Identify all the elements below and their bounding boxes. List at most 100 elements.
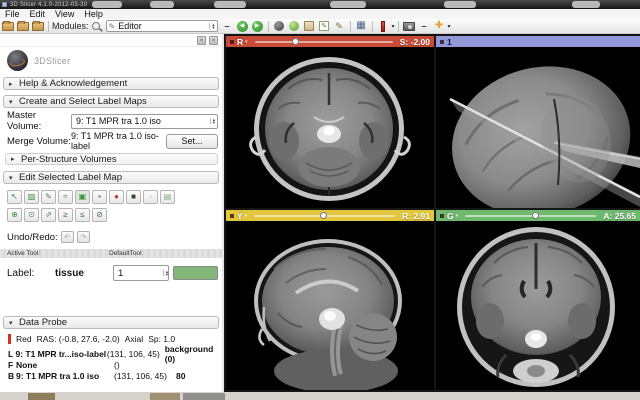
module-selector-combobox[interactable]: ✎ Editor ▴▾ <box>106 20 218 32</box>
extensions-button[interactable]: ✚ <box>433 21 446 32</box>
load-data-button[interactable] <box>1 21 14 32</box>
module-forward-button[interactable]: ▶ <box>251 21 264 32</box>
data-module-button[interactable] <box>288 21 301 32</box>
identify-islands-button[interactable]: ▪ <box>92 190 107 204</box>
threeD-render-image[interactable] <box>436 47 640 208</box>
app-icon <box>2 2 7 7</box>
change-label-button[interactable]: ⊘ <box>92 208 107 222</box>
yellow-slice-controller-bar[interactable]: Y ▾ R: 2.91 <box>226 210 434 221</box>
rectangle-effect-button[interactable]: ▣ <box>75 190 90 204</box>
default-tool-button[interactable]: ↖ <box>7 190 22 204</box>
slider-handle[interactable] <box>292 38 299 45</box>
threeD-viewport[interactable]: 1 <box>436 36 640 208</box>
red-slice-controller-bar[interactable]: R ▾ S: -2.00 <box>226 36 434 47</box>
modules-label: Modules: <box>52 21 89 31</box>
annotation-button[interactable]: ✎ <box>333 21 346 32</box>
label-color-swatch[interactable] <box>173 266 218 280</box>
slicer-application-window: 3D Slicer 4.1.0-2012-03-30 File Edit Vie… <box>0 0 640 400</box>
view-menu-caret-icon[interactable]: ▾ <box>245 39 248 45</box>
view-menu-caret-icon[interactable]: ▾ <box>456 213 459 219</box>
undo-button[interactable]: ↶ <box>61 231 74 243</box>
slider-handle[interactable] <box>532 212 539 219</box>
create-select-labelmaps-section-header[interactable]: ▾ Create and Select Label Maps <box>3 95 219 108</box>
spinbox-arrows-icon[interactable]: ▴▾ <box>163 270 168 276</box>
axial-slice-image[interactable] <box>226 47 434 208</box>
crosshair-button[interactable] <box>377 21 390 32</box>
coronal-slice-image[interactable] <box>436 221 640 390</box>
volumes-module-button[interactable] <box>303 21 316 32</box>
menu-file[interactable]: File <box>0 9 25 19</box>
collapsed-arrow-icon: ▸ <box>9 80 15 88</box>
red-view-label: R <box>237 37 243 47</box>
threshold-below-button[interactable]: ≤ <box>75 208 90 222</box>
merge-volume-value: 9: T1 MPR tra 1.0 iso-label <box>71 131 166 151</box>
home-module-button[interactable] <box>273 21 286 32</box>
per-structure-volumes-section-header[interactable]: ▸ Per-Structure Volumes <box>5 153 218 165</box>
active-tool-strip: Active Tool: DefaultTool <box>0 249 222 258</box>
slicer-logo-text: 3DSlicer <box>34 56 70 66</box>
pushpin-icon[interactable] <box>440 214 444 218</box>
undock-panel-icon[interactable]: × <box>209 36 218 45</box>
window-titlebar[interactable]: 3D Slicer 4.1.0-2012-03-30 <box>0 0 640 9</box>
green-slice-viewport[interactable]: G ▾ A: 25.65 <box>436 210 640 390</box>
change-island-button[interactable]: ● <box>109 190 124 204</box>
data-probe-section-header[interactable]: ▾ Data Probe <box>3 316 219 329</box>
level-tracing-effect-button[interactable]: ≈ <box>58 190 73 204</box>
dicom-icon <box>17 22 29 31</box>
view-menu-caret-icon[interactable]: ▾ <box>245 213 248 219</box>
green-slice-offset-slider[interactable] <box>465 215 596 217</box>
master-volume-label: Master Volume: <box>7 110 71 132</box>
edit-labelmap-section-header[interactable]: ▾ Edit Selected Label Map <box>3 171 219 184</box>
red-slice-viewport[interactable]: R ▾ S: -2.00 <box>226 36 434 208</box>
module-search-button[interactable] <box>90 21 103 32</box>
load-dicom-button[interactable] <box>16 21 29 32</box>
pushpin-icon[interactable] <box>230 214 234 218</box>
erode-effect-button[interactable]: ⊕ <box>7 208 22 222</box>
combobox-spinner-icon[interactable]: ▴▾ <box>209 23 214 29</box>
sagittal-slice-image[interactable] <box>226 221 434 390</box>
home-module-icon <box>274 21 284 31</box>
master-volume-combobox[interactable]: 9: T1 MPR tra 1.0 iso ▴▾ <box>71 114 218 129</box>
titlebar-decoration <box>572 1 600 8</box>
dilate-effect-button[interactable]: ⊙ <box>24 208 39 222</box>
yellow-view-label: Y <box>237 211 243 221</box>
grow-cut-effect-button[interactable]: ▤ <box>160 190 175 204</box>
pushpin-icon[interactable] <box>440 40 444 44</box>
remove-islands-button[interactable]: ■ <box>126 190 141 204</box>
pushpin-icon[interactable] <box>230 40 234 44</box>
extensions-menu-caret-icon[interactable]: ▾ <box>448 23 451 30</box>
screenshot-button[interactable] <box>403 21 416 32</box>
threshold-above-button[interactable]: ≥ <box>58 208 73 222</box>
undo-redo-row: Undo/Redo: ↶ ↷ <box>7 231 222 243</box>
yellow-slice-viewport[interactable]: Y ▾ R: 2.91 <box>226 210 434 390</box>
redo-button[interactable]: ↷ <box>77 231 90 243</box>
crosshair-menu-caret-icon[interactable]: ▾ <box>392 23 395 30</box>
menu-view[interactable]: View <box>50 9 79 19</box>
save-data-button[interactable] <box>31 21 44 32</box>
menu-help[interactable]: Help <box>79 9 108 19</box>
threeD-view-controller-bar[interactable]: 1 <box>436 36 640 47</box>
green-slice-controller-bar[interactable]: G ▾ A: 25.65 <box>436 210 640 221</box>
layout-selector-button[interactable]: ▦ <box>355 21 368 32</box>
paint-effect-button[interactable]: ▨ <box>24 190 39 204</box>
screenshot-icon <box>403 22 415 31</box>
slider-handle[interactable] <box>320 212 327 219</box>
pin-panel-icon[interactable]: × <box>197 36 206 45</box>
probe-view-name: Red <box>16 334 32 344</box>
titlebar-decoration <box>92 1 122 8</box>
draw-effect-button[interactable]: ✎ <box>41 190 56 204</box>
menu-edit[interactable]: Edit <box>25 9 51 19</box>
set-merge-volume-button[interactable]: Set... <box>166 134 218 149</box>
editor-module-button[interactable]: ✎ <box>318 21 331 32</box>
label-number-spinbox[interactable]: 1 ▴▾ <box>113 265 169 281</box>
save-island-button[interactable]: ▫ <box>143 190 158 204</box>
yellow-slice-offset-slider[interactable] <box>254 215 395 217</box>
red-slice-indicator-icon <box>8 334 11 344</box>
scene-views-button[interactable]: – <box>418 21 431 32</box>
help-acknowledgement-section-header[interactable]: ▸ Help & Acknowledgement <box>3 77 219 90</box>
module-history-button[interactable]: – <box>221 21 234 32</box>
red-slice-offset-slider[interactable] <box>255 41 393 43</box>
wand-effect-button[interactable]: ⇗ <box>41 208 56 222</box>
combobox-spinner-icon[interactable]: ▴▾ <box>210 118 215 124</box>
module-back-button[interactable]: ◀ <box>236 21 249 32</box>
